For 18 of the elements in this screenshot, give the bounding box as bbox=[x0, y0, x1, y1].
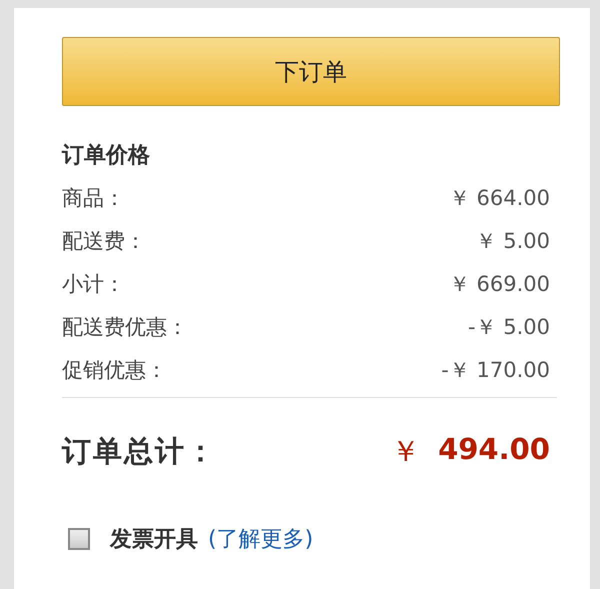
total-label: 订单总计： bbox=[62, 433, 217, 470]
price-value: ￥ 5.00 bbox=[476, 228, 550, 254]
price-value: ￥ 664.00 bbox=[448, 184, 550, 212]
place-order-button[interactable]: 下订单 bbox=[62, 37, 560, 106]
price-label: 促销优惠： bbox=[62, 356, 167, 384]
invoice-label: 发票开具 bbox=[110, 526, 198, 554]
price-label: 小计： bbox=[62, 270, 125, 298]
currency-symbol: ￥ bbox=[391, 433, 420, 470]
price-value: -￥ 170.00 bbox=[441, 356, 550, 384]
invoice-checkbox[interactable] bbox=[68, 528, 90, 550]
section-title: 订单价格 bbox=[62, 142, 151, 170]
learn-more-link[interactable]: (了解更多) bbox=[208, 524, 314, 554]
price-value: ￥ 669.00 bbox=[448, 270, 550, 298]
price-label: 商品： bbox=[62, 184, 125, 212]
price-value: -￥ 5.00 bbox=[468, 314, 550, 340]
total-amount: 494.00 bbox=[438, 432, 550, 468]
price-label: 配送费： bbox=[62, 228, 146, 254]
price-label: 配送费优惠： bbox=[62, 314, 188, 340]
